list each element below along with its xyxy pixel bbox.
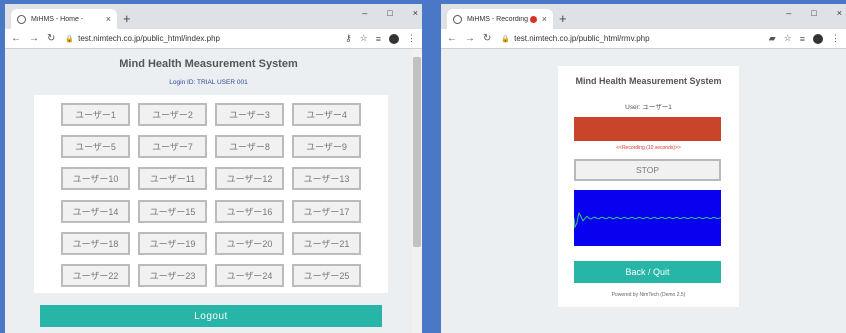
user-button[interactable]: ユーザー8 [215,135,284,159]
maximize-button[interactable]: □ [811,8,816,18]
maximize-button[interactable]: □ [387,8,392,18]
minimize-button[interactable]: – [786,8,791,18]
new-tab-button[interactable]: + [123,12,131,25]
close-window-button[interactable]: × [837,8,842,18]
login-id-label: Login ID: TRIAL USER 001 [169,79,248,86]
user-button[interactable]: ユーザー1 [61,103,130,126]
address-bar[interactable]: 🔒 test.nimtech.co.jp/public_html/rmv.php [499,31,760,46]
url-text: test.nimtech.co.jp/public_html/index.php [78,34,220,43]
avatar[interactable] [389,33,399,44]
page-title: Mind Health Measurement System [575,76,722,86]
back-button[interactable]: ← [447,33,457,44]
user-button[interactable]: ユーザー12 [215,167,284,191]
lock-icon: 🔒 [501,35,511,43]
user-button[interactable]: ユーザー4 [292,103,361,126]
tab-title: MiHMS - Home - [31,15,84,23]
current-user-label: User: ユーザー1 [625,104,672,111]
scrollbar-thumb[interactable] [413,57,421,247]
avatar[interactable] [813,33,823,44]
user-button[interactable]: ユーザー21 [292,231,361,255]
user-button[interactable]: ユーザー10 [61,167,130,191]
reload-button[interactable]: ↻ [47,33,55,44]
user-button[interactable]: ユーザー9 [292,135,361,159]
toolbar-icons: ⚷ ☆ ≡ ⋮ [345,33,416,44]
user-button[interactable]: ユーザー25 [292,263,361,287]
browser-window-home: MiHMS - Home - × + – □ × ← → ↻ 🔒 test.ni… [5,4,422,333]
toolbar-icons: ▰ ☆ ≡ ⋮ [769,33,840,44]
window-controls: – □ × [786,8,842,18]
user-button[interactable]: ユーザー22 [61,263,130,287]
user-button[interactable]: ユーザー15 [138,199,207,223]
recording-card: Mind Health Measurement System User: ユーザ… [558,66,739,307]
lock-icon: 🔒 [65,35,75,43]
reload-button[interactable]: ↻ [483,33,491,44]
page-content: Mind Health Measurement System Login ID:… [5,49,422,333]
user-button[interactable]: ユーザー14 [61,199,130,223]
user-button[interactable]: ユーザー3 [215,103,284,126]
close-icon[interactable]: × [542,14,547,24]
waveform-line [574,211,721,229]
menu-icon[interactable]: ⋮ [831,33,840,44]
key-icon[interactable]: ⚷ [345,33,352,44]
address-bar[interactable]: 🔒 test.nimtech.co.jp/public_html/index.p… [63,31,337,46]
camera-icon[interactable]: ▰ [769,33,776,44]
user-button[interactable]: ユーザー11 [138,167,207,191]
forward-button[interactable]: → [29,33,39,44]
tab-bar: MiHMS - Recording - × + – □ × [441,4,846,29]
browser-window-recording: MiHMS - Recording - × + – □ × ← → ↻ 🔒 te… [441,4,846,333]
user-button[interactable]: ユーザー17 [292,199,361,223]
user-button[interactable]: ユーザー5 [61,135,130,159]
user-button[interactable]: ユーザー7 [138,135,207,159]
page-content: Mind Health Measurement System User: ユーザ… [441,49,846,333]
waveform-display [574,190,721,246]
recording-status: <<Recording (10 seconds)>> [616,145,681,151]
tab-bar: MiHMS - Home - × + – □ × [5,4,422,29]
browser-toolbar: ← → ↻ 🔒 test.nimtech.co.jp/public_html/r… [441,29,846,49]
window-controls: – □ × [362,8,418,18]
user-grid: ユーザー1 ユーザー2 ユーザー3 ユーザー4 ユーザー5 ユーザー7 ユーザー8 ユーザー9… [61,103,361,287]
new-tab-button[interactable]: + [559,12,567,25]
user-panel: ユーザー1 ユーザー2 ユーザー3 ユーザー4 ユーザー5 ユーザー7 ユーザー8 ユーザー9… [34,95,388,293]
user-button[interactable]: ユーザー24 [215,263,284,287]
forward-button[interactable]: → [465,33,475,44]
user-button[interactable]: ユーザー23 [138,263,207,287]
star-icon[interactable]: ☆ [360,33,368,44]
close-window-button[interactable]: × [413,8,418,18]
reading-list-icon[interactable]: ≡ [376,34,381,44]
back-quit-button[interactable]: Back / Quit [574,261,721,283]
powered-by-footer: Powered by NimTech (Demo 2.5) [611,292,686,298]
page-title: Mind Health Measurement System [119,58,298,70]
minimize-button[interactable]: – [362,8,367,18]
browser-toolbar: ← → ↻ 🔒 test.nimtech.co.jp/public_html/i… [5,29,422,49]
url-text: test.nimtech.co.jp/public_html/rmv.php [514,34,650,43]
logout-button[interactable]: Logout [40,305,382,327]
globe-icon [453,14,462,24]
tab-home[interactable]: MiHMS - Home - × [11,9,117,29]
menu-icon[interactable]: ⋮ [407,33,416,44]
user-button[interactable]: ユーザー2 [138,103,207,126]
user-button[interactable]: ユーザー19 [138,231,207,255]
user-button[interactable]: ユーザー16 [215,199,284,223]
recording-indicator-icon [529,15,537,23]
stop-button[interactable]: STOP [574,159,721,181]
globe-icon [17,14,26,24]
scrollbar[interactable] [412,49,422,333]
tab-recording[interactable]: MiHMS - Recording - × [447,9,553,29]
user-button[interactable]: ユーザー13 [292,167,361,191]
star-icon[interactable]: ☆ [784,33,792,44]
back-button[interactable]: ← [11,33,21,44]
tab-title: MiHMS - Recording - [467,15,530,23]
reading-list-icon[interactable]: ≡ [800,34,805,44]
user-button[interactable]: ユーザー18 [61,231,130,255]
close-icon[interactable]: × [106,14,111,24]
user-button[interactable]: ユーザー20 [215,231,284,255]
recording-progress-bar [574,117,721,141]
